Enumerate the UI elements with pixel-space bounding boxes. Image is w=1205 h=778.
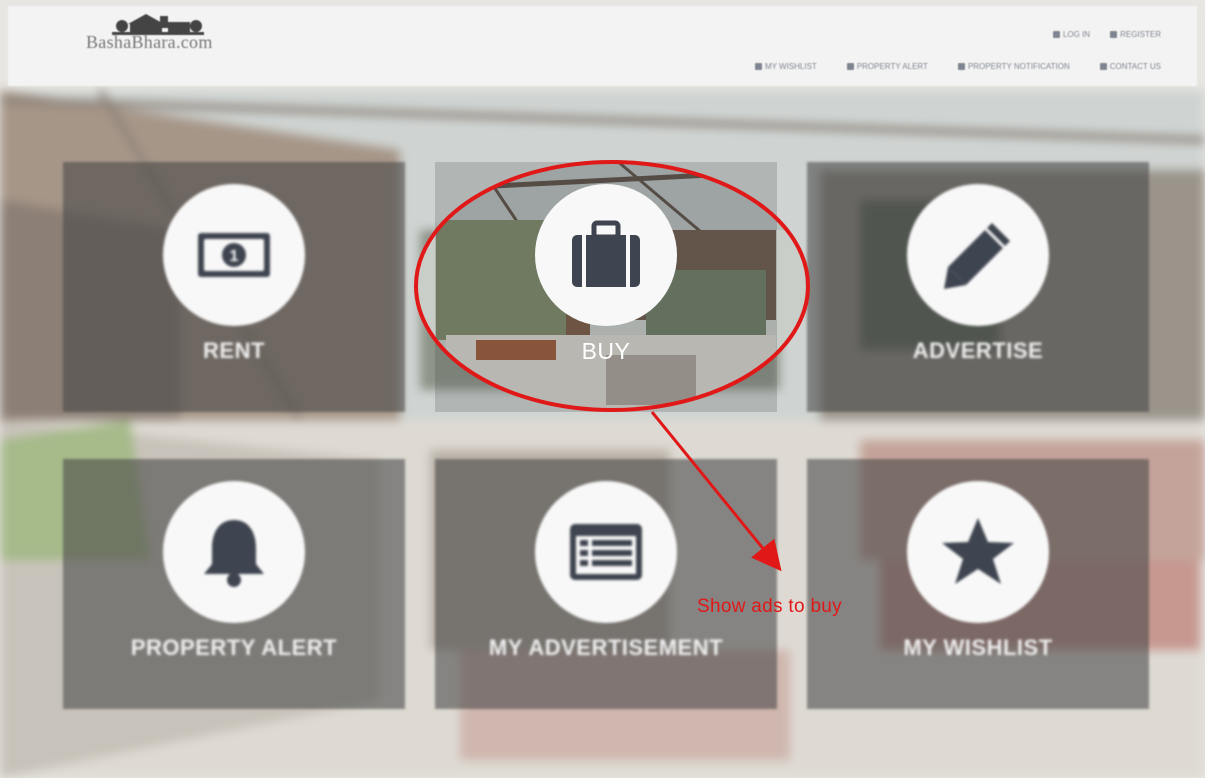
my-wishlist-tile[interactable]: MY WISHLIST [807,459,1149,709]
my-wishlist-icon-circle [907,481,1049,623]
advertise-icon-circle [907,184,1049,326]
property-alert-icon-circle [163,481,305,623]
logo-text: BashaBhara.com [86,32,213,52]
advertise-tile[interactable]: ADVERTISE [807,162,1149,412]
advertise-label: ADVERTISE [912,338,1044,363]
list-icon [570,524,642,580]
top-nav: LOG IN REGISTER [1052,30,1161,39]
nav-contact-us-label: CONTACT US [1109,62,1161,71]
rent-label: RENT [203,338,265,363]
buy-icon-circle [535,184,677,326]
my-advertisement-tile[interactable]: MY ADVERTISEMENT [435,459,777,709]
my-advertisement-label: MY ADVERTISEMENT [488,635,724,660]
main-nav: MY WISHLIST PROPERTY ALERT PROPERTY NOTI… [754,62,1161,71]
site-header: BashaBhara.com LOG IN REGISTER MY WISHLI… [8,6,1197,86]
register-label: REGISTER [1120,30,1161,39]
buy-tile[interactable]: BUY [435,162,777,412]
bell-icon [204,520,264,587]
property-alert-label: PROPERTY ALERT [130,635,338,660]
svg-text:1: 1 [230,248,239,265]
annotation-label: Show ads to buy [697,596,842,617]
property-alert-tile[interactable]: PROPERTY ALERT [63,459,405,709]
phone-icon [1099,63,1107,70]
nav-property-alert[interactable]: PROPERTY ALERT [846,62,928,71]
nav-property-notification-label: PROPERTY NOTIFICATION [967,62,1070,71]
notification-icon [957,63,965,70]
my-wishlist-label: MY WISHLIST [903,635,1053,660]
nav-property-alert-label: PROPERTY ALERT [856,62,928,71]
rent-tile[interactable]: 1 RENT [63,162,405,412]
nav-property-notification[interactable]: PROPERTY NOTIFICATION [957,62,1070,71]
nav-my-wishlist[interactable]: MY WISHLIST [754,62,817,71]
login-label: LOG IN [1062,30,1091,39]
login-icon [1052,31,1060,38]
briefcase-icon [572,220,640,287]
my-advertisement-icon-circle [535,481,677,623]
login-link[interactable]: LOG IN [1052,30,1091,39]
nav-my-wishlist-label: MY WISHLIST [764,62,817,71]
money-icon: 1 [198,233,270,277]
star-icon [942,518,1014,584]
alert-icon [846,63,854,70]
wishlist-icon [754,63,762,70]
user-icon [1110,31,1118,38]
buy-label: BUY [581,338,631,364]
rent-icon-circle: 1 [163,184,305,326]
nav-contact-us[interactable]: CONTACT US [1099,62,1161,71]
site-logo[interactable]: BashaBhara.com [48,14,258,74]
pencil-icon [944,223,1010,289]
register-link[interactable]: REGISTER [1110,30,1161,39]
